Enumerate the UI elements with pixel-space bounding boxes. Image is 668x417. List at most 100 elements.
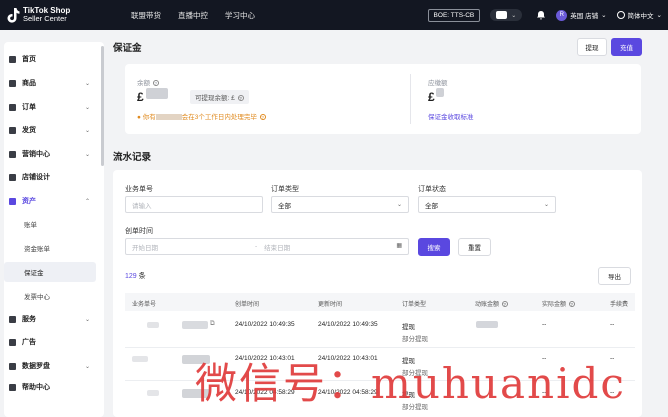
notice-redacted: [155, 114, 182, 121]
date-range-picker[interactable]: 开始日期 - 结束日期 ▦: [125, 238, 409, 255]
copy-icon[interactable]: ⧉: [210, 320, 215, 328]
messages-button[interactable]: ⌄: [490, 9, 523, 21]
assets-icon: [9, 197, 16, 205]
chevron-down-icon: ⌄: [84, 151, 90, 158]
language-switcher[interactable]: 简体中文 ⌄: [616, 10, 662, 20]
due-amount-redacted: [436, 88, 444, 97]
amount-redacted: [476, 321, 498, 328]
updated-time: 24/10/2022 10:49:35: [318, 321, 378, 328]
order-no-input[interactable]: 请输入: [125, 196, 263, 213]
deposit-rules-link[interactable]: 保证金收取标准: [428, 111, 474, 121]
sidebar-subitem-fund-bills[interactable]: 资金账单: [4, 238, 96, 258]
col-updated-time: 更新时间: [318, 302, 343, 308]
order-no-redacted: [147, 322, 159, 328]
bell-icon[interactable]: [536, 10, 546, 20]
sidebar-item-home[interactable]: 首页: [0, 48, 98, 70]
product-icon: [9, 79, 16, 87]
tiktok-logo-icon: [6, 7, 20, 23]
col-change-amount: 动账金额 ?: [475, 301, 508, 308]
col-fee: 手续费: [610, 302, 629, 308]
sidebar-item-label: 订单: [22, 104, 36, 111]
export-button[interactable]: 导出: [598, 267, 631, 285]
logo-line2: Seller Center: [23, 14, 67, 23]
sidebar-subitem-bills[interactable]: 账单: [4, 214, 96, 234]
sidebar-item-label: 广告: [22, 339, 36, 346]
order-icon: [9, 103, 16, 111]
chevron-down-icon: ⌄: [656, 12, 662, 19]
order-type-select[interactable]: 全部 ⌄: [271, 196, 409, 213]
sidebar-item-label: 营销中心: [22, 151, 50, 158]
sidebar-item-label: 发货: [22, 127, 36, 134]
actual-amount: --: [542, 321, 547, 328]
start-date-input[interactable]: 开始日期: [132, 242, 158, 252]
sidebar-item-orders[interactable]: 订单 ⌄: [0, 96, 98, 118]
order-status-select[interactable]: 全部 ⌄: [418, 196, 556, 213]
sidebar-item-marketing[interactable]: 营销中心 ⌄: [0, 143, 98, 165]
col-order-no: 业务单号: [132, 302, 157, 308]
order-status-label: 订单状态: [418, 186, 446, 193]
processing-notice: ● 你有 会在3个工作日内处理完毕 ?: [137, 114, 266, 121]
chevron-up-icon: ⌃: [84, 198, 90, 205]
help-icon: ?: [501, 301, 508, 308]
sidebar-item-assets[interactable]: 资产 ⌃: [0, 190, 98, 212]
store-design-icon: [9, 173, 16, 181]
sidebar-item-label: 服务: [22, 316, 36, 323]
sidebar-item-store-design[interactable]: 店铺设计: [0, 166, 98, 188]
end-date-input[interactable]: 结束日期: [264, 242, 290, 252]
row-divider: [125, 347, 635, 348]
search-button[interactable]: 搜索: [418, 238, 450, 256]
help-icon: [9, 383, 16, 391]
top-nav-learning-center[interactable]: 学习中心: [225, 10, 255, 21]
fee: --: [610, 321, 615, 328]
order-no-label: 业务单号: [125, 186, 153, 193]
data-compass-icon: [9, 362, 16, 370]
sidebar-item-label: 资产: [22, 198, 36, 205]
shop-switcher[interactable]: R 英国 店铺 ⌄: [556, 9, 607, 21]
service-icon: [9, 315, 16, 323]
env-badge[interactable]: BOE: TTS-CB: [427, 8, 481, 22]
calendar-icon: ▦: [396, 243, 402, 249]
sidebar-item-label: 首页: [22, 56, 36, 63]
order-no-redacted: [147, 390, 159, 396]
order-no-redacted: [132, 356, 148, 362]
sidebar-item-service[interactable]: 服务 ⌄: [0, 308, 98, 330]
due-currency: £: [428, 90, 435, 104]
reset-button[interactable]: 重置: [458, 238, 491, 256]
recharge-button[interactable]: 充值: [611, 38, 642, 56]
sidebar-item-ads[interactable]: 广告: [0, 331, 98, 353]
records-title: 流水记录: [113, 152, 152, 163]
shipping-icon: [9, 126, 16, 134]
sidebar-subitem-invoice-center[interactable]: 发票中心: [4, 286, 96, 306]
top-nav: 联盟带货 直播中控 学习中心: [131, 10, 255, 21]
sidebar-subitem-deposit[interactable]: 保证金: [4, 262, 96, 282]
sidebar-item-products[interactable]: 商品 ⌄: [0, 72, 98, 94]
shop-name: 英国 店铺: [570, 13, 599, 20]
chevron-down-icon: ⌄: [84, 316, 90, 323]
sidebar-item-label: 店铺设计: [22, 174, 50, 181]
chevron-down-icon: ⌄: [543, 202, 549, 208]
sidebar-item-label: 商品: [22, 80, 36, 87]
col-created-time: 创单时间: [235, 302, 260, 308]
sidebar-item-data-compass[interactable]: 数据罗盘 ⌄: [0, 355, 98, 377]
sidebar-item-shipping[interactable]: 发货 ⌄: [0, 119, 98, 141]
help-icon: ?: [152, 80, 159, 87]
top-nav-affiliate[interactable]: 联盟带货: [131, 10, 161, 21]
withdraw-button[interactable]: 提现: [577, 38, 607, 56]
tiktok-shop-logo[interactable]: TikTok Shop Seller Center: [6, 7, 120, 23]
card-divider: [410, 74, 411, 124]
due-amount-label: 应缴额: [428, 80, 448, 87]
chevron-down-icon: ⌄: [84, 363, 90, 370]
balance-currency: £: [137, 90, 144, 104]
sidebar-scrollbar[interactable]: [101, 46, 104, 166]
top-nav-live-control[interactable]: 直播中控: [178, 10, 208, 21]
chevron-down-icon: ⌄: [84, 104, 90, 111]
globe-icon: [616, 11, 625, 19]
order-type: 提现: [402, 324, 415, 331]
help-icon: ?: [568, 301, 575, 308]
record-count: 129 条: [125, 273, 146, 280]
order-type-label: 订单类型: [271, 186, 299, 193]
help-icon: ?: [259, 114, 266, 121]
col-actual-amount: 实际金额 ?: [542, 301, 575, 308]
chevron-down-icon: ⌄: [396, 202, 402, 208]
sidebar-item-help-center[interactable]: 帮助中心: [0, 376, 98, 398]
